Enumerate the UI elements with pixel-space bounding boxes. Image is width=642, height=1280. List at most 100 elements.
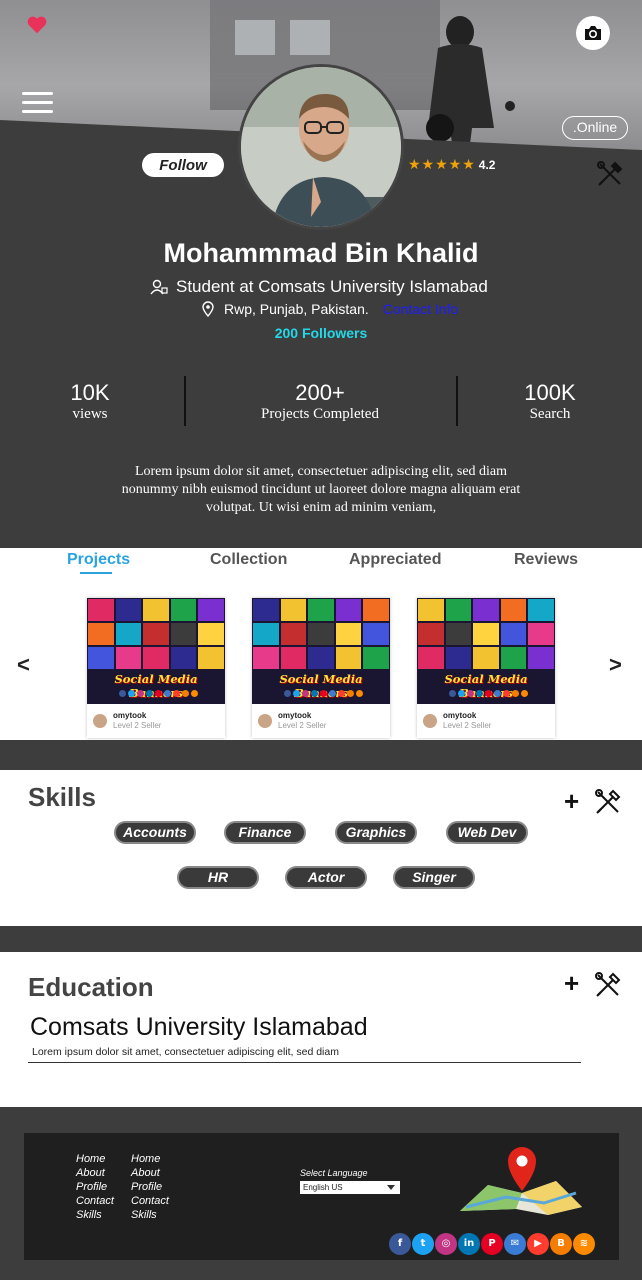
tab-reviews[interactable]: Reviews bbox=[514, 551, 578, 569]
stat-label: views bbox=[72, 406, 108, 422]
thumbnail-tile bbox=[500, 599, 527, 621]
blogger-icon bbox=[347, 690, 354, 697]
blogger-icon[interactable]: B bbox=[550, 1233, 572, 1255]
seller-avatar bbox=[423, 714, 437, 728]
carousel-next-button[interactable]: > bbox=[609, 652, 622, 678]
footer-links-col2: Home About Profile Contact Skills bbox=[131, 1152, 169, 1222]
instagram-icon bbox=[302, 690, 309, 697]
footer-link-skills[interactable]: Skills bbox=[76, 1208, 114, 1222]
language-select[interactable]: English US bbox=[300, 1181, 400, 1194]
footer-link-skills[interactable]: Skills bbox=[131, 1208, 169, 1222]
stat-projects: 200+ Projects Completed bbox=[230, 380, 410, 422]
footer-link-about[interactable]: About bbox=[76, 1166, 114, 1180]
skill-actor[interactable]: Actor bbox=[285, 866, 367, 889]
camera-button[interactable] bbox=[576, 16, 610, 50]
facebook-icon bbox=[119, 690, 126, 697]
active-tab-indicator bbox=[80, 572, 112, 574]
blogger-icon bbox=[182, 690, 189, 697]
pinterest-icon[interactable]: P bbox=[481, 1233, 503, 1255]
thumbnail-tile bbox=[143, 623, 169, 645]
facebook-icon[interactable]: f bbox=[389, 1233, 411, 1255]
add-skill-button[interactable]: + bbox=[564, 788, 579, 814]
edit-tools-icon[interactable] bbox=[596, 160, 624, 188]
rss-icon[interactable]: ≋ bbox=[573, 1233, 595, 1255]
twitter-icon bbox=[293, 690, 300, 697]
thumbnail-tile bbox=[473, 647, 499, 669]
thumbnail-tile bbox=[445, 623, 472, 645]
thumbnail-tile bbox=[308, 599, 334, 621]
footer-link-home[interactable]: Home bbox=[131, 1152, 169, 1166]
footer-link-profile[interactable]: Profile bbox=[76, 1180, 114, 1194]
stat-views: 10K views bbox=[40, 380, 140, 422]
thumbnail-tile bbox=[280, 623, 307, 645]
thumbnail-tile bbox=[115, 599, 142, 621]
thumbnail-tile bbox=[143, 647, 169, 669]
rss-icon bbox=[356, 690, 363, 697]
instagram-icon[interactable]: ◎ bbox=[435, 1233, 457, 1255]
map-location-icon[interactable] bbox=[456, 1145, 586, 1217]
edit-education-icon[interactable] bbox=[594, 971, 622, 999]
twitter-icon[interactable]: t bbox=[412, 1233, 434, 1255]
linkedin-icon[interactable]: in bbox=[458, 1233, 480, 1255]
youtube-icon bbox=[173, 690, 180, 697]
pinterest-icon bbox=[320, 690, 327, 697]
footer-link-profile[interactable]: Profile bbox=[131, 1180, 169, 1194]
thumbnail-tile bbox=[88, 647, 114, 669]
footer-link-contact[interactable]: Contact bbox=[131, 1194, 169, 1208]
thumbnail-tile bbox=[418, 647, 444, 669]
chevron-down-icon bbox=[387, 1185, 395, 1190]
tab-collection[interactable]: Collection bbox=[210, 551, 287, 569]
thumbnail-tile bbox=[170, 599, 197, 621]
skill-web-dev[interactable]: Web Dev bbox=[446, 821, 528, 844]
youtube-icon[interactable]: ▶ bbox=[527, 1233, 549, 1255]
footer-link-about[interactable]: About bbox=[131, 1166, 169, 1180]
follow-button[interactable]: Follow bbox=[142, 153, 224, 177]
email-icon bbox=[329, 690, 336, 697]
rating: ★★★★★ 4.2 bbox=[408, 156, 495, 173]
thumbnail-tile bbox=[198, 599, 224, 621]
tab-projects[interactable]: Projects bbox=[67, 551, 130, 569]
skill-graphics[interactable]: Graphics bbox=[335, 821, 417, 844]
pinterest-icon bbox=[485, 690, 492, 697]
email-icon bbox=[164, 690, 171, 697]
thumbnail-tile bbox=[335, 599, 362, 621]
stat-value: 100K bbox=[524, 380, 576, 405]
seller-avatar bbox=[93, 714, 107, 728]
skill-hr[interactable]: HR bbox=[177, 866, 259, 889]
thumbnail-tile bbox=[528, 599, 554, 621]
edit-skills-icon[interactable] bbox=[594, 788, 622, 816]
thumbnail-tile bbox=[253, 647, 279, 669]
skill-singer[interactable]: Singer bbox=[393, 866, 475, 889]
menu-icon[interactable] bbox=[22, 92, 53, 114]
seller-name: omytook bbox=[443, 711, 477, 720]
thumbnail-tile bbox=[253, 599, 279, 621]
thumbnail-tile bbox=[473, 599, 499, 621]
email-icon bbox=[494, 690, 501, 697]
followers-count[interactable]: 200 Followers bbox=[0, 325, 642, 341]
add-education-button[interactable]: + bbox=[564, 970, 579, 996]
heart-icon[interactable] bbox=[26, 14, 48, 36]
footer-link-contact[interactable]: Contact bbox=[76, 1194, 114, 1208]
rating-stars: ★★★★★ bbox=[408, 156, 476, 172]
skill-accounts[interactable]: Accounts bbox=[114, 821, 196, 844]
profile-stats: 10K views 200+ Projects Completed 100K S… bbox=[0, 376, 642, 426]
camera-icon bbox=[585, 26, 601, 40]
thumbnail-social-icons bbox=[119, 690, 198, 697]
online-status-badge: .Online bbox=[562, 116, 628, 140]
project-card[interactable]: Social Media Banners omytook Level 2 Sel… bbox=[417, 598, 555, 738]
thumbnail-tile bbox=[308, 647, 334, 669]
contact-info-link[interactable]: Contact Info bbox=[383, 301, 459, 317]
footer-link-home[interactable]: Home bbox=[76, 1152, 114, 1166]
email-icon[interactable]: ✉ bbox=[504, 1233, 526, 1255]
skill-finance[interactable]: Finance bbox=[224, 821, 306, 844]
tab-appreciated[interactable]: Appreciated bbox=[349, 551, 441, 569]
carousel-prev-button[interactable]: < bbox=[17, 652, 30, 678]
youtube-icon bbox=[503, 690, 510, 697]
seller-level: Level 2 Seller bbox=[443, 721, 492, 730]
seller-level: Level 2 Seller bbox=[113, 721, 162, 730]
project-card[interactable]: Social Media Banners omytook Level 2 Sel… bbox=[87, 598, 225, 738]
rating-value: 4.2 bbox=[478, 157, 496, 172]
project-card[interactable]: Social Media Banners omytook Level 2 Sel… bbox=[252, 598, 390, 738]
seller-name: omytook bbox=[113, 711, 147, 720]
project-thumbnail: Social Media Banners bbox=[252, 598, 390, 704]
